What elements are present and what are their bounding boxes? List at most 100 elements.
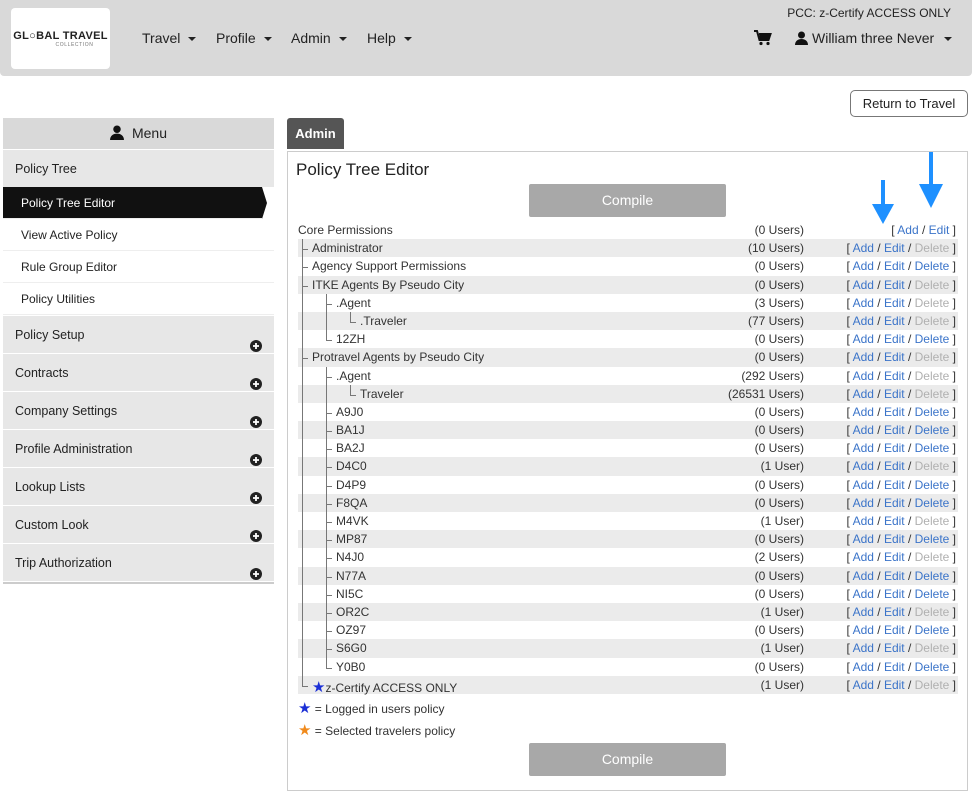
- policy-node-name[interactable]: BA1J: [336, 423, 365, 437]
- edit-link[interactable]: Edit: [884, 441, 905, 455]
- edit-link[interactable]: Edit: [884, 660, 905, 674]
- sidebar-section-company-settings[interactable]: Company Settings: [3, 391, 274, 429]
- policy-node-name[interactable]: Administrator: [312, 241, 383, 255]
- add-link[interactable]: Add: [853, 605, 874, 619]
- edit-link[interactable]: Edit: [884, 478, 905, 492]
- edit-link[interactable]: Edit: [884, 605, 905, 619]
- edit-link[interactable]: Edit: [884, 496, 905, 510]
- add-link[interactable]: Add: [853, 496, 874, 510]
- add-link[interactable]: Add: [897, 223, 918, 237]
- add-link[interactable]: Add: [853, 478, 874, 492]
- nav-profile[interactable]: Profile: [216, 30, 272, 46]
- sidebar-item-policy-utilities[interactable]: Policy Utilities: [3, 283, 274, 315]
- sidebar-section-lookup-lists[interactable]: Lookup Lists: [3, 467, 274, 505]
- add-link[interactable]: Add: [853, 569, 874, 583]
- return-to-travel-button[interactable]: Return to Travel: [850, 90, 968, 117]
- add-link[interactable]: Add: [853, 314, 874, 328]
- edit-link[interactable]: Edit: [884, 259, 905, 273]
- delete-link[interactable]: Delete: [915, 259, 950, 273]
- edit-link[interactable]: Edit: [884, 459, 905, 473]
- nav-travel[interactable]: Travel: [142, 30, 197, 46]
- add-link[interactable]: Add: [853, 514, 874, 528]
- edit-link[interactable]: Edit: [884, 296, 905, 310]
- delete-link[interactable]: Delete: [915, 587, 950, 601]
- policy-node-name[interactable]: Y0B0: [336, 660, 365, 674]
- nav-help[interactable]: Help: [367, 30, 412, 46]
- policy-node-name[interactable]: 12ZH: [336, 332, 365, 346]
- policy-node-name[interactable]: MP87: [336, 532, 367, 546]
- cart-icon[interactable]: [754, 30, 772, 51]
- add-link[interactable]: Add: [853, 550, 874, 564]
- add-link[interactable]: Add: [853, 296, 874, 310]
- add-link[interactable]: Add: [853, 405, 874, 419]
- add-link[interactable]: Add: [853, 278, 874, 292]
- add-link[interactable]: Add: [853, 441, 874, 455]
- edit-link[interactable]: Edit: [884, 369, 905, 383]
- tab-admin[interactable]: Admin: [287, 118, 344, 149]
- policy-node-name[interactable]: OR2C: [336, 605, 369, 619]
- edit-link[interactable]: Edit: [884, 314, 905, 328]
- edit-link[interactable]: Edit: [884, 550, 905, 564]
- policy-node-name[interactable]: NI5C: [336, 587, 363, 601]
- delete-link[interactable]: Delete: [915, 332, 950, 346]
- edit-link[interactable]: Edit: [884, 332, 905, 346]
- sidebar-item-view-active-policy[interactable]: View Active Policy: [3, 219, 274, 251]
- add-link[interactable]: Add: [853, 587, 874, 601]
- edit-link[interactable]: Edit: [884, 278, 905, 292]
- policy-node-name[interactable]: ITKE Agents By Pseudo City: [312, 278, 464, 292]
- policy-node-name[interactable]: N77A: [336, 569, 366, 583]
- delete-link[interactable]: Delete: [915, 405, 950, 419]
- add-link[interactable]: Add: [853, 241, 874, 255]
- edit-link[interactable]: Edit: [884, 387, 905, 401]
- policy-node-name[interactable]: D4P9: [336, 478, 366, 492]
- policy-node-name[interactable]: .Traveler: [360, 314, 407, 328]
- compile-button-bottom[interactable]: Compile: [529, 743, 726, 776]
- policy-node-name[interactable]: OZ97: [336, 623, 366, 637]
- delete-link[interactable]: Delete: [915, 441, 950, 455]
- policy-node-name[interactable]: ★z-Certify ACCESS ONLY: [312, 678, 457, 696]
- policy-node-name[interactable]: N4J0: [336, 550, 364, 564]
- delete-link[interactable]: Delete: [915, 660, 950, 674]
- policy-node-name[interactable]: Agency Support Permissions: [312, 259, 466, 273]
- add-link[interactable]: Add: [853, 641, 874, 655]
- policy-node-name[interactable]: S6G0: [336, 641, 367, 655]
- policy-node-name[interactable]: Protravel Agents by Pseudo City: [312, 350, 484, 364]
- compile-button-top[interactable]: Compile: [529, 184, 726, 217]
- delete-link[interactable]: Delete: [915, 569, 950, 583]
- delete-link[interactable]: Delete: [915, 532, 950, 546]
- edit-link[interactable]: Edit: [884, 678, 905, 692]
- edit-link[interactable]: Edit: [884, 405, 905, 419]
- add-link[interactable]: Add: [853, 332, 874, 346]
- policy-node-name[interactable]: Core Permissions: [298, 223, 393, 237]
- nav-admin[interactable]: Admin: [291, 30, 347, 46]
- policy-node-name[interactable]: A9J0: [336, 405, 363, 419]
- add-link[interactable]: Add: [853, 623, 874, 637]
- edit-link[interactable]: Edit: [884, 587, 905, 601]
- delete-link[interactable]: Delete: [915, 423, 950, 437]
- delete-link[interactable]: Delete: [915, 623, 950, 637]
- add-link[interactable]: Add: [853, 369, 874, 383]
- edit-link[interactable]: Edit: [884, 623, 905, 637]
- edit-link[interactable]: Edit: [884, 641, 905, 655]
- policy-node-name[interactable]: .Agent: [336, 369, 371, 383]
- policy-node-name[interactable]: Traveler: [360, 387, 404, 401]
- sidebar-section-policy-setup[interactable]: Policy Setup: [3, 315, 274, 353]
- add-link[interactable]: Add: [853, 678, 874, 692]
- add-link[interactable]: Add: [853, 259, 874, 273]
- add-link[interactable]: Add: [853, 387, 874, 401]
- sidebar-section-policy-tree[interactable]: Policy Tree: [3, 149, 274, 187]
- sidebar-item-rule-group-editor[interactable]: Rule Group Editor: [3, 251, 274, 283]
- policy-node-name[interactable]: .Agent: [336, 296, 371, 310]
- plus-circle-icon[interactable]: [250, 557, 262, 595]
- sidebar-section-contracts[interactable]: Contracts: [3, 353, 274, 391]
- edit-link[interactable]: Edit: [929, 223, 950, 237]
- sidebar-section-custom-look[interactable]: Custom Look: [3, 505, 274, 543]
- policy-node-name[interactable]: D4C0: [336, 459, 367, 473]
- edit-link[interactable]: Edit: [884, 423, 905, 437]
- sidebar-section-profile-administration[interactable]: Profile Administration: [3, 429, 274, 467]
- delete-link[interactable]: Delete: [915, 478, 950, 492]
- global-travel-logo[interactable]: GL○BAL TRAVEL COLLECTION: [11, 8, 110, 69]
- policy-node-name[interactable]: F8QA: [336, 496, 367, 510]
- edit-link[interactable]: Edit: [884, 514, 905, 528]
- add-link[interactable]: Add: [853, 423, 874, 437]
